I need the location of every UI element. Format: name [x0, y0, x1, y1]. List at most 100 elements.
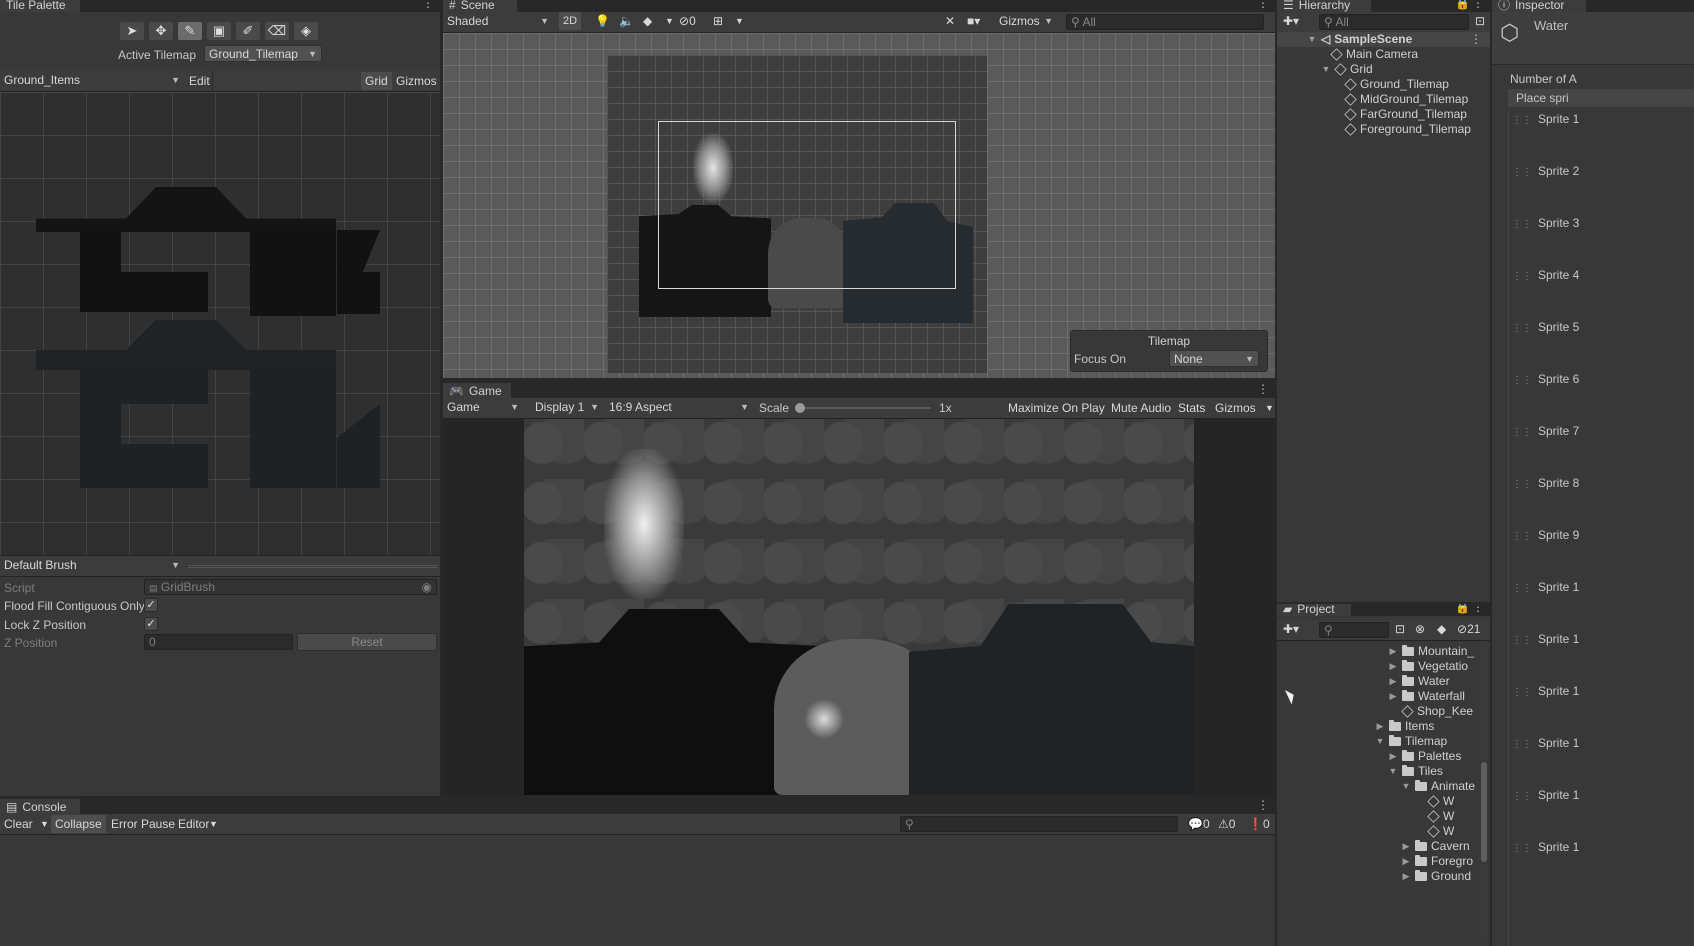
brush-dropdown[interactable]: Default Brush ▼ — [0, 557, 184, 574]
palette-dropdown[interactable]: Ground_Items ▼ — [0, 72, 184, 89]
eraser-icon[interactable]: ⌫ — [265, 22, 289, 40]
sprite-list-item[interactable]: ⋮⋮ Sprite 1 — [1512, 736, 1579, 750]
scene-viewport[interactable]: Tilemap Focus On None ▼ — [443, 33, 1275, 378]
tile-palette-menu-icon[interactable]: ⋮ — [422, 0, 434, 10]
project-item[interactable]: W — [1414, 824, 1454, 838]
game-view-dropdown[interactable]: Game ▼ — [443, 399, 523, 416]
expand-triangle-icon[interactable]: ▶ — [1401, 871, 1411, 882]
hierarchy-scene-row[interactable]: ▼ ◁ SampleScene ⋮ — [1277, 32, 1490, 47]
project-scrollbar-thumb[interactable] — [1481, 762, 1487, 862]
expand-triangle-icon[interactable]: ▶ — [1388, 646, 1398, 657]
effects-icon[interactable]: ◆ — [639, 12, 656, 30]
tab-tile-palette[interactable]: Tile Palette — [0, 0, 80, 12]
game-gizmos-toggle[interactable]: Gizmos — [1211, 399, 1260, 417]
scene-gizmos-dropdown[interactable]: Gizmos ▼ — [995, 13, 1057, 30]
lock-z-checkbox[interactable]: ✓ — [144, 617, 158, 631]
sprite-list-item[interactable]: ⋮⋮ Sprite 3 — [1512, 216, 1579, 230]
project-item[interactable]: ▶ Waterfall — [1388, 689, 1465, 703]
project-item[interactable]: W — [1414, 809, 1454, 823]
brush-splitter[interactable] — [188, 564, 438, 568]
drag-handle-icon[interactable]: ⋮⋮ — [1512, 167, 1532, 178]
sprite-list-item[interactable]: ⋮⋮ Sprite 1 — [1512, 632, 1579, 646]
drag-handle-icon[interactable]: ⋮⋮ — [1512, 843, 1532, 854]
drag-handle-icon[interactable]: ⋮⋮ — [1512, 115, 1532, 126]
project-item[interactable]: Shop_Kee — [1388, 704, 1473, 718]
sprite-list-item[interactable]: ⋮⋮ Sprite 6 — [1512, 372, 1579, 386]
project-item[interactable]: ▶ Ground — [1401, 869, 1472, 883]
expand-triangle-icon[interactable]: ▶ — [1401, 841, 1411, 852]
display-dropdown[interactable]: Display 1 ▼ — [531, 399, 603, 416]
project-item[interactable]: ▶ Items — [1375, 719, 1435, 733]
scene-menu-icon[interactable]: ⋮ — [1470, 32, 1482, 46]
expand-triangle-icon[interactable]: ▶ — [1388, 676, 1398, 687]
hierarchy-item[interactable]: ▼ Grid — [1321, 62, 1373, 76]
palette-tile-grid[interactable] — [0, 92, 440, 555]
warning-count-toggle[interactable]: ⚠0 — [1214, 815, 1239, 833]
active-tilemap-dropdown[interactable]: Ground_Tilemap ▼ — [204, 45, 322, 62]
focus-on-dropdown[interactable]: None ▼ — [1169, 350, 1259, 367]
flood-fill-checkbox[interactable]: ✓ — [144, 598, 158, 612]
scale-slider[interactable] — [795, 403, 931, 413]
palette-edit-button[interactable]: Edit — [185, 72, 214, 90]
lock-icon[interactable]: 🔒 — [1455, 604, 1470, 614]
picker-icon[interactable]: ✐ — [236, 22, 260, 40]
drag-handle-icon[interactable]: ⋮⋮ — [1512, 739, 1532, 750]
hierarchy-search-input[interactable]: ⚲ All — [1319, 14, 1469, 30]
project-menu-icon[interactable]: ⋮ — [1472, 604, 1484, 614]
project-item[interactable]: ▼ Animate — [1401, 779, 1476, 793]
tab-console[interactable]: ▤ Console — [0, 799, 80, 814]
lighting-icon[interactable]: 💡 — [591, 12, 614, 30]
project-item[interactable]: ▶ Cavern — [1401, 839, 1470, 853]
hierarchy-item[interactable]: Ground_Tilemap — [1344, 77, 1449, 91]
scene-menu-icon[interactable]: ⋮ — [1257, 0, 1269, 10]
hidden-objects-icon[interactable]: ⊘0 — [675, 12, 700, 30]
project-item[interactable]: ▼ Tiles — [1388, 764, 1443, 778]
hierarchy-item[interactable]: MidGround_Tilemap — [1344, 92, 1468, 106]
box-fill-icon[interactable]: ▣ — [207, 22, 231, 40]
expand-triangle-icon[interactable]: ▼ — [1388, 766, 1398, 776]
tab-game[interactable]: 🎮 Game — [443, 383, 511, 398]
console-collapse-toggle[interactable]: Collapse — [51, 815, 106, 833]
drag-handle-icon[interactable]: ⋮⋮ — [1512, 479, 1532, 490]
mute-audio-toggle[interactable]: Mute Audio — [1107, 399, 1175, 417]
console-error-pause-toggle[interactable]: Error Pause — [107, 815, 179, 833]
sprite-list-item[interactable]: ⋮⋮ Sprite 4 — [1512, 268, 1579, 282]
project-item[interactable]: ▶ Foregro — [1401, 854, 1474, 868]
sprite-list-item[interactable]: ⋮⋮ Sprite 5 — [1512, 320, 1579, 334]
scene-search-input[interactable]: ⚲ All — [1066, 14, 1264, 30]
drag-handle-icon[interactable]: ⋮⋮ — [1512, 531, 1532, 542]
drag-handle-icon[interactable]: ⋮⋮ — [1512, 427, 1532, 438]
console-clear-button[interactable]: Clear — [0, 815, 37, 833]
maximize-on-play-toggle[interactable]: Maximize On Play — [1004, 399, 1109, 417]
tools-icon[interactable]: ✕ — [941, 12, 959, 30]
z-position-input[interactable]: 0 — [144, 634, 293, 650]
expand-triangle-icon[interactable]: ▼ — [1375, 736, 1385, 746]
chevron-down-icon[interactable]: ▼ — [731, 12, 748, 30]
drag-handle-icon[interactable]: ⋮⋮ — [1512, 635, 1532, 646]
sprite-list-item[interactable]: ⋮⋮ Sprite 1 — [1512, 684, 1579, 698]
place-sprites-field[interactable]: Place spri — [1508, 89, 1694, 107]
console-menu-icon[interactable]: ⋮ — [1257, 798, 1269, 812]
project-item[interactable]: ▶ Palettes — [1388, 749, 1462, 763]
scale-slider-thumb[interactable] — [795, 403, 805, 413]
tab-scene[interactable]: # Scene — [443, 0, 517, 12]
aspect-dropdown[interactable]: 16:9 Aspect ▼ — [605, 399, 753, 416]
drag-handle-icon[interactable]: ⋮⋮ — [1512, 791, 1532, 802]
project-scrollbar[interactable] — [1480, 642, 1488, 942]
scene-visibility-icon[interactable]: ⊡ — [1471, 12, 1489, 30]
project-item[interactable]: ▼ Tilemap — [1375, 734, 1448, 748]
console-search-input[interactable]: ⚲ — [900, 816, 1178, 832]
drag-handle-icon[interactable]: ⋮⋮ — [1512, 375, 1532, 386]
sprite-list-item[interactable]: ⋮⋮ Sprite 7 — [1512, 424, 1579, 438]
sprite-list-item[interactable]: ⋮⋮ Sprite 1 — [1512, 112, 1579, 126]
sprite-list-item[interactable]: ⋮⋮ Sprite 2 — [1512, 164, 1579, 178]
target-icon[interactable]: ◉ — [422, 580, 432, 594]
hidden-packages-toggle[interactable]: ⊘21 — [1453, 620, 1484, 638]
sprite-list-item[interactable]: ⋮⋮ Sprite 8 — [1512, 476, 1579, 490]
camera-icon[interactable]: ■▾ — [963, 12, 984, 30]
palette-gizmos-toggle[interactable]: Gizmos — [392, 72, 440, 90]
sprite-list-item[interactable]: ⋮⋮ Sprite 9 — [1512, 528, 1579, 542]
project-item[interactable]: ▶ Vegetatio — [1388, 659, 1469, 673]
drag-handle-icon[interactable]: ⋮⋮ — [1512, 583, 1532, 594]
project-item[interactable]: ▶ Water — [1388, 674, 1450, 688]
